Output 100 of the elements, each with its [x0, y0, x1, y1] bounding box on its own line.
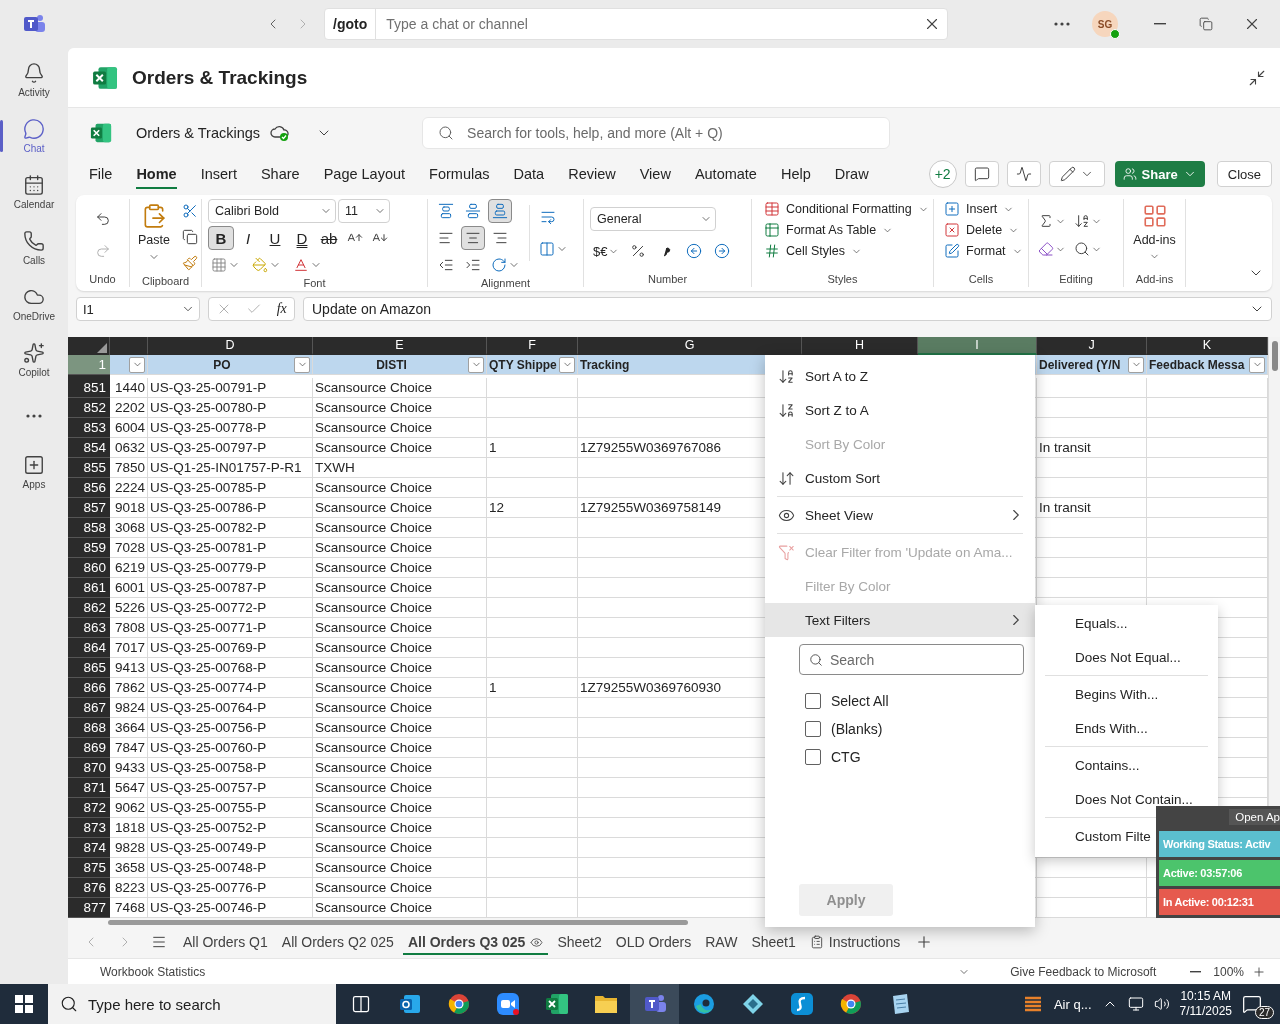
menu-tab[interactable]: File: [89, 159, 113, 189]
row-number[interactable]: 871: [68, 778, 110, 798]
font-name-field[interactable]: Calibri Bold: [208, 199, 336, 223]
menu-item[interactable]: Text Filters: [765, 603, 1035, 637]
menu-tab[interactable]: Data: [513, 159, 545, 189]
sheet-tab[interactable]: Sheet1: [746, 929, 801, 955]
menu-tab[interactable]: Review: [568, 159, 616, 189]
weather-text[interactable]: Air q...: [1053, 996, 1092, 1012]
search-field[interactable]: /goto Type a chat or channel: [324, 8, 948, 40]
cells-command[interactable]: Insert: [944, 199, 1015, 219]
menu-tab[interactable]: Draw: [834, 159, 869, 189]
sheet-tab[interactable]: All Orders Q1: [178, 929, 273, 955]
row-number[interactable]: 860: [68, 558, 110, 578]
menu-item[interactable]: Ends With...: [1075, 711, 1148, 745]
font-style-button[interactable]: B: [208, 226, 234, 250]
row-number[interactable]: 867: [68, 698, 110, 718]
function-label[interactable]: fx: [276, 301, 287, 317]
rail-item[interactable]: Calendar: [0, 164, 68, 220]
sheet-tab[interactable]: RAW: [700, 929, 743, 955]
formula-field[interactable]: Update on Amazon: [303, 297, 1272, 321]
row-number[interactable]: 862: [68, 598, 110, 618]
row-number[interactable]: 865: [68, 658, 110, 678]
column-header[interactable]: I: [918, 337, 1037, 355]
font-size-field[interactable]: 11: [338, 199, 390, 223]
row-number[interactable]: 873: [68, 818, 110, 838]
paste-button[interactable]: Paste: [136, 199, 172, 267]
row-number[interactable]: 854: [68, 438, 110, 458]
menu-item[interactable]: Does Not Equal...: [1075, 640, 1181, 674]
share-button[interactable]: Share: [1114, 161, 1205, 187]
rail-item[interactable]: Copilot: [0, 332, 68, 388]
cells-command[interactable]: Format: [944, 241, 1023, 261]
menu-item[interactable]: Sort A to Z: [765, 359, 1035, 393]
cells-command[interactable]: Delete: [944, 220, 1020, 240]
styles-command[interactable]: Conditional Formatting: [764, 199, 929, 219]
rail-item[interactable]: Activity: [0, 52, 68, 108]
font-style-button[interactable]: D: [289, 226, 315, 250]
row-number[interactable]: 856: [68, 478, 110, 498]
styles-command[interactable]: Cell Styles: [764, 241, 863, 261]
add-ins-button[interactable]: Add-ins: [1130, 199, 1179, 266]
currency-button[interactable]: $€: [590, 239, 623, 263]
sheet-tab[interactable]: Sheet2: [552, 929, 607, 955]
row-number[interactable]: 852: [68, 398, 110, 418]
row-number[interactable]: 876: [68, 878, 110, 898]
sheet-tab[interactable]: All Orders Q2 025: [276, 929, 399, 955]
rail-item[interactable]: Calls: [0, 220, 68, 276]
row-number[interactable]: 858: [68, 518, 110, 538]
menu-tab[interactable]: Automate: [694, 159, 757, 189]
menu-item[interactable]: Does Not Contain...: [1075, 782, 1193, 816]
font-style-button[interactable]: ab: [316, 226, 342, 250]
row-number[interactable]: 859: [68, 538, 110, 558]
row-number[interactable]: 855: [68, 458, 110, 478]
row-number[interactable]: 853: [68, 418, 110, 438]
rail-item[interactable]: Apps: [0, 444, 68, 500]
sheet-tab[interactable]: OLD Orders: [610, 929, 697, 955]
row-number[interactable]: 866: [68, 678, 110, 698]
search-input[interactable]: Type a chat or channel: [376, 16, 917, 32]
row-number[interactable]: 851: [68, 378, 110, 398]
row-number[interactable]: 863: [68, 618, 110, 638]
name-box[interactable]: I1: [76, 297, 200, 321]
menu-item[interactable]: Contains...: [1075, 748, 1140, 782]
menu-tab[interactable]: View: [639, 159, 671, 189]
search-field[interactable]: Type here to search: [48, 984, 336, 1024]
row-number[interactable]: 868: [68, 718, 110, 738]
clock[interactable]: 10:15 AM 7/11/2025: [1179, 989, 1232, 1019]
row-number[interactable]: 872: [68, 798, 110, 818]
rail-item[interactable]: Chat: [0, 108, 68, 164]
menu-tab[interactable]: Insert: [200, 159, 237, 189]
menu-tab[interactable]: Home: [136, 159, 177, 189]
avatar[interactable]: SG: [1092, 11, 1118, 37]
menu-tab[interactable]: Help: [780, 159, 811, 189]
menu-tab[interactable]: Formulas: [429, 159, 490, 189]
collaborators-badge[interactable]: +2: [928, 160, 957, 188]
menu-item[interactable]: Custom Sort: [765, 461, 1035, 495]
number-format-field[interactable]: General: [590, 207, 716, 231]
menu-item[interactable]: Sort Z to A: [765, 393, 1035, 427]
row-number[interactable]: 857: [68, 498, 110, 518]
sheet-tab[interactable]: All Orders Q3 025: [402, 929, 549, 955]
open-app-button[interactable]: Open Ap: [1229, 809, 1280, 825]
menu-tab[interactable]: Share: [260, 159, 300, 189]
menu-item[interactable]: Equals...: [1075, 606, 1128, 640]
row-number[interactable]: 875: [68, 858, 110, 878]
workbook-statistics[interactable]: Workbook Statistics: [100, 964, 206, 979]
menu-item[interactable]: Custom Filte: [1075, 819, 1151, 853]
sheet-tab[interactable]: Instructions: [804, 929, 906, 955]
row-number[interactable]: 877: [68, 898, 110, 918]
search-field[interactable]: Search: [799, 644, 1024, 675]
font-style-button[interactable]: I: [235, 226, 261, 250]
menu-item[interactable]: Begins With...: [1075, 677, 1159, 711]
close-button[interactable]: Close: [1216, 161, 1272, 187]
row-number[interactable]: 869: [68, 738, 110, 758]
styles-command[interactable]: Format As Table: [764, 220, 894, 240]
font-style-button[interactable]: U: [262, 226, 288, 250]
row-number[interactable]: 864: [68, 638, 110, 658]
zoom-level[interactable]: 100%: [1213, 964, 1244, 979]
rail-item[interactable]: OneDrive: [0, 276, 68, 332]
row-number[interactable]: 870: [68, 758, 110, 778]
menu-tab[interactable]: Page Layout: [323, 159, 406, 189]
feedback-link[interactable]: Give Feedback to Microsoft: [1010, 964, 1157, 979]
row-number[interactable]: 874: [68, 838, 110, 858]
row-number[interactable]: 861: [68, 578, 110, 598]
